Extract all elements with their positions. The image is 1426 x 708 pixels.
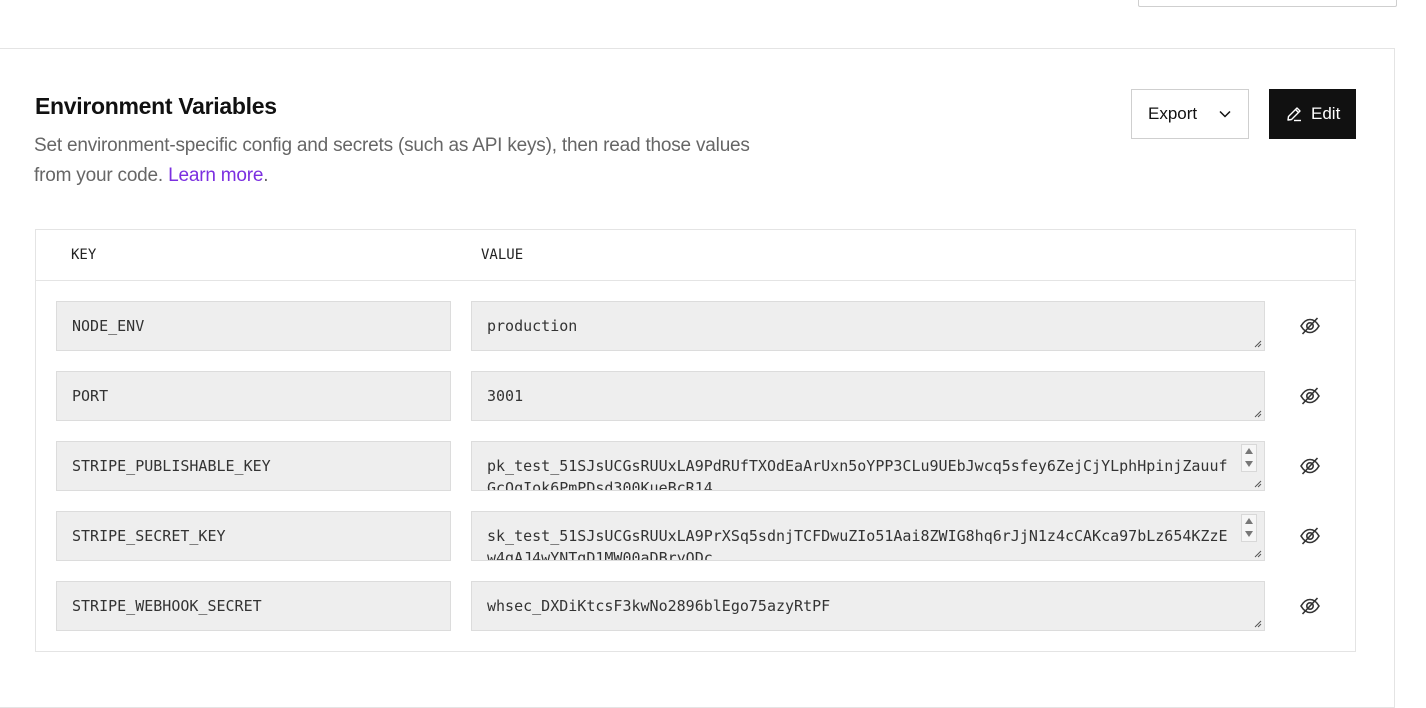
env-key-field[interactable]: PORT: [56, 371, 451, 421]
table-row: STRIPE_PUBLISHABLE_KEY pk_test_51SJsUCGs…: [36, 441, 1355, 491]
scroll-down-icon[interactable]: [1245, 461, 1253, 467]
chevron-down-icon: [1219, 110, 1231, 118]
env-value-text: sk_test_51SJsUCGsRUUxLA9PrXSq5sdnjTCFDwu…: [487, 527, 1228, 561]
table-row: STRIPE_SECRET_KEY sk_test_51SJsUCGsRUUxL…: [36, 511, 1355, 561]
env-key-field[interactable]: STRIPE_SECRET_KEY: [56, 511, 451, 561]
table-row: STRIPE_WEBHOOK_SECRET whsec_DXDiKtcsF3kw…: [36, 581, 1355, 631]
env-vars-table: KEY VALUE NODE_ENV production PORT 3001: [35, 229, 1356, 652]
env-value-text: whsec_DXDiKtcsF3kwNo2896blEgo75azyRtPF: [487, 597, 831, 615]
page-description: Set environment-specific config and secr…: [34, 131, 754, 191]
learn-more-link[interactable]: Learn more: [168, 165, 263, 186]
pencil-icon: [1287, 107, 1301, 122]
eye-off-icon[interactable]: [1299, 595, 1321, 617]
env-key-field[interactable]: STRIPE_PUBLISHABLE_KEY: [56, 441, 451, 491]
table-row: NODE_ENV production: [36, 301, 1355, 351]
page-title: Environment Variables: [35, 93, 277, 119]
scroll-stepper[interactable]: [1241, 514, 1257, 542]
env-value-field[interactable]: 3001: [471, 371, 1265, 421]
resize-handle-icon[interactable]: [1252, 338, 1262, 348]
description-period: .: [263, 165, 269, 186]
eye-off-icon[interactable]: [1299, 525, 1321, 547]
env-value-text: production: [487, 317, 578, 335]
scroll-down-icon[interactable]: [1245, 531, 1253, 537]
scroll-stepper[interactable]: [1241, 444, 1257, 472]
edit-label: Edit: [1311, 104, 1341, 123]
table-header: KEY VALUE: [36, 230, 1355, 281]
eye-off-icon[interactable]: [1299, 455, 1321, 477]
resize-handle-icon[interactable]: [1252, 408, 1262, 418]
resize-handle-icon[interactable]: [1252, 478, 1262, 488]
scroll-up-icon[interactable]: [1245, 518, 1253, 524]
table-row: PORT 3001: [36, 371, 1355, 421]
eye-off-icon[interactable]: [1299, 315, 1321, 337]
edit-button[interactable]: Edit: [1269, 89, 1356, 139]
value-column-header: VALUE: [481, 247, 524, 263]
env-value-field[interactable]: sk_test_51SJsUCGsRUUxLA9PrXSq5sdnjTCFDwu…: [471, 511, 1265, 561]
env-value-text: 3001: [487, 387, 524, 405]
export-label: Export: [1148, 104, 1198, 123]
env-value-field[interactable]: whsec_DXDiKtcsF3kwNo2896blEgo75azyRtPF: [471, 581, 1265, 631]
scroll-up-icon[interactable]: [1245, 448, 1253, 454]
top-search-input[interactable]: [1138, 0, 1397, 7]
description-text: Set environment-specific config and secr…: [34, 135, 750, 186]
key-column-header: KEY: [71, 247, 97, 263]
env-value-field[interactable]: production: [471, 301, 1265, 351]
export-button[interactable]: Export: [1131, 89, 1249, 139]
eye-off-icon[interactable]: [1299, 385, 1321, 407]
env-key-field[interactable]: STRIPE_WEBHOOK_SECRET: [56, 581, 451, 631]
resize-handle-icon[interactable]: [1252, 618, 1262, 628]
resize-handle-icon[interactable]: [1252, 548, 1262, 558]
env-value-text: pk_test_51SJsUCGsRUUxLA9PdRUfTXOdEaArUxn…: [487, 457, 1228, 491]
env-value-field[interactable]: pk_test_51SJsUCGsRUUxLA9PdRUfTXOdEaArUxn…: [471, 441, 1265, 491]
env-key-field[interactable]: NODE_ENV: [56, 301, 451, 351]
